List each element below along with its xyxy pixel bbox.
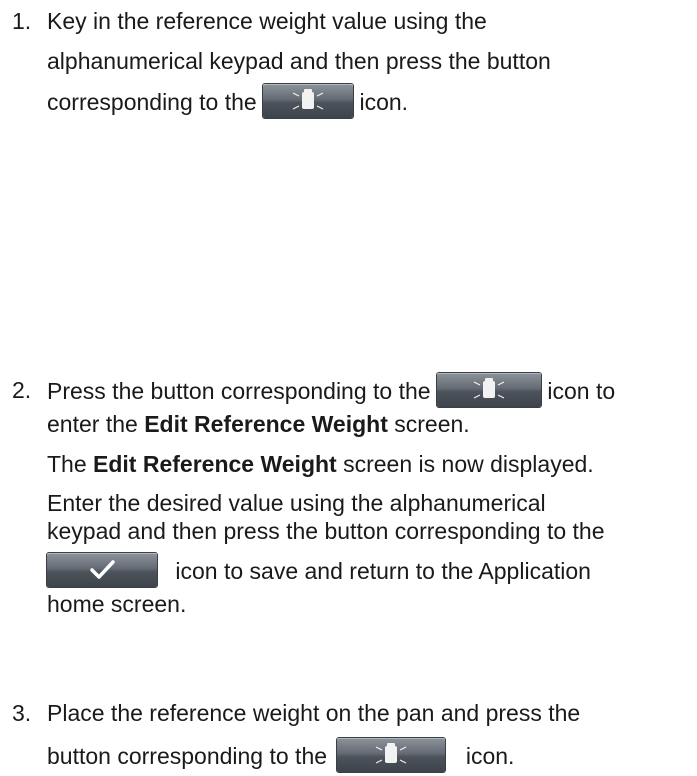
- step-text-line: enter the Edit Reference Weight screen.: [47, 410, 470, 438]
- step-text: icon.: [359, 89, 409, 116]
- step-text: icon to: [547, 378, 616, 405]
- step-text: screen.: [394, 411, 470, 437]
- step-text-line: icon to save and return to the Applicati…: [47, 553, 591, 590]
- step-text-line: corresponding to the icon.: [47, 84, 409, 121]
- step-text: Press the button corresponding to the: [47, 378, 431, 405]
- screen-name: Edit Reference Weight: [144, 411, 388, 437]
- reference-weight-icon: [263, 84, 354, 118]
- step-text: home screen.: [47, 591, 187, 617]
- step-number: 2.: [12, 377, 32, 403]
- step-text: alphanumerical keypad and then press the…: [47, 48, 551, 74]
- step-text: keypad and then press the button corresp…: [47, 518, 605, 544]
- step-text: button corresponding to the: [47, 743, 328, 770]
- step-text-line: The Edit Reference Weight screen is now …: [47, 450, 594, 478]
- step-number: 3.: [12, 700, 32, 726]
- step-text-line: button corresponding to the icon.: [47, 738, 515, 775]
- step-text: icon to save and return to the Applicati…: [175, 558, 591, 585]
- step-text: enter the: [47, 411, 138, 437]
- step-text-line: Press the button corresponding to the ic…: [47, 373, 616, 410]
- step-text: screen is now displayed.: [343, 451, 594, 477]
- checkmark-icon: [47, 553, 157, 587]
- step-number: 1.: [12, 8, 32, 34]
- step-text: The: [47, 451, 87, 477]
- step-text: corresponding to the: [47, 89, 257, 116]
- screen-name: Edit Reference Weight: [93, 451, 337, 477]
- reference-weight-icon: [436, 373, 541, 407]
- step-text: icon.: [465, 743, 515, 770]
- step-text: Enter the desired value using the alphan…: [47, 490, 546, 516]
- step-text: Place the reference weight on the pan an…: [47, 700, 581, 726]
- step-text: Key in the reference weight value using …: [47, 8, 487, 34]
- reference-weight-icon: [337, 738, 446, 772]
